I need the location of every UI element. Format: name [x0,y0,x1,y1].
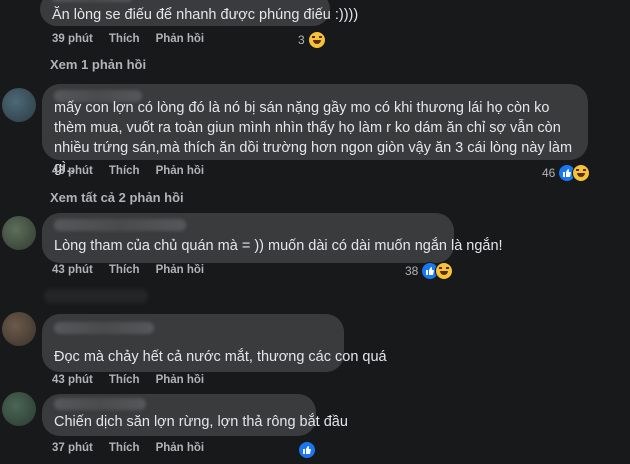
haha-reaction-icon [435,262,454,280]
like-button[interactable]: Thích [109,264,140,276]
reaction-summary[interactable]: 46 [542,164,591,182]
like-button[interactable]: Thích [109,374,140,386]
reply-button[interactable]: Phản hồi [156,165,205,177]
like-button[interactable]: Thích [109,33,140,45]
view-replies-link[interactable]: Xem tất cả 2 phản hồi [50,190,184,205]
reaction-summary[interactable] [298,441,316,459]
commenter-name-blurred [54,398,146,410]
avatar[interactable] [2,216,36,250]
like-button[interactable]: Thích [109,442,140,454]
haha-reaction-icon [307,31,326,49]
comment-meta: 43 phút Thích Phản hồi [52,374,204,386]
commenter-name-blurred [52,0,132,2]
reply-button[interactable]: Phản hồi [156,374,205,386]
commenter-name-blurred [54,322,154,334]
like-button[interactable]: Thích [109,165,140,177]
comment-text: Chiến dịch săn lợn rừng, lợn thả rông bắ… [54,414,348,430]
reaction-count: 3 [298,33,305,47]
avatar[interactable] [2,392,36,426]
comment-time[interactable]: 43 phút [52,264,93,276]
reply-button[interactable]: Phản hồi [156,33,205,45]
like-reaction-icon [298,441,316,459]
avatar[interactable] [2,88,36,122]
comment-time[interactable]: 43 phút [52,374,93,386]
reaction-summary[interactable]: 3 [298,31,326,49]
reply-button[interactable]: Phản hồi [156,442,205,454]
commenter-name-blurred [44,289,148,303]
reaction-count: 46 [542,166,556,180]
comment-meta: 37 phút Thích Phản hồi [52,442,204,454]
comment-text: Đọc mà chảy hết cả nước mắt, thương các … [54,349,387,365]
haha-reaction-icon [572,164,591,182]
comment-time[interactable]: 43 phút [52,165,93,177]
comment-meta: 39 phút Thích Phản hồi [52,33,204,45]
commenter-name-blurred [54,219,186,231]
reaction-summary[interactable]: 38 [405,262,454,280]
comment-time[interactable]: 37 phút [52,442,93,454]
comment-time[interactable]: 39 phút [52,33,93,45]
view-replies-link[interactable]: Xem 1 phản hồi [50,57,146,72]
comment-meta: 43 phút Thích Phản hồi [52,264,204,276]
comment-meta: 43 phút Thích Phản hồi [52,165,204,177]
comment-text: Lòng tham của chủ quán mà = )) muốn dài … [54,238,503,254]
reaction-count: 38 [405,264,419,278]
comment-text: Ăn lòng se điếu để nhanh được phúng điếu… [52,7,359,23]
avatar[interactable] [2,312,36,346]
reply-button[interactable]: Phản hồi [156,264,205,276]
